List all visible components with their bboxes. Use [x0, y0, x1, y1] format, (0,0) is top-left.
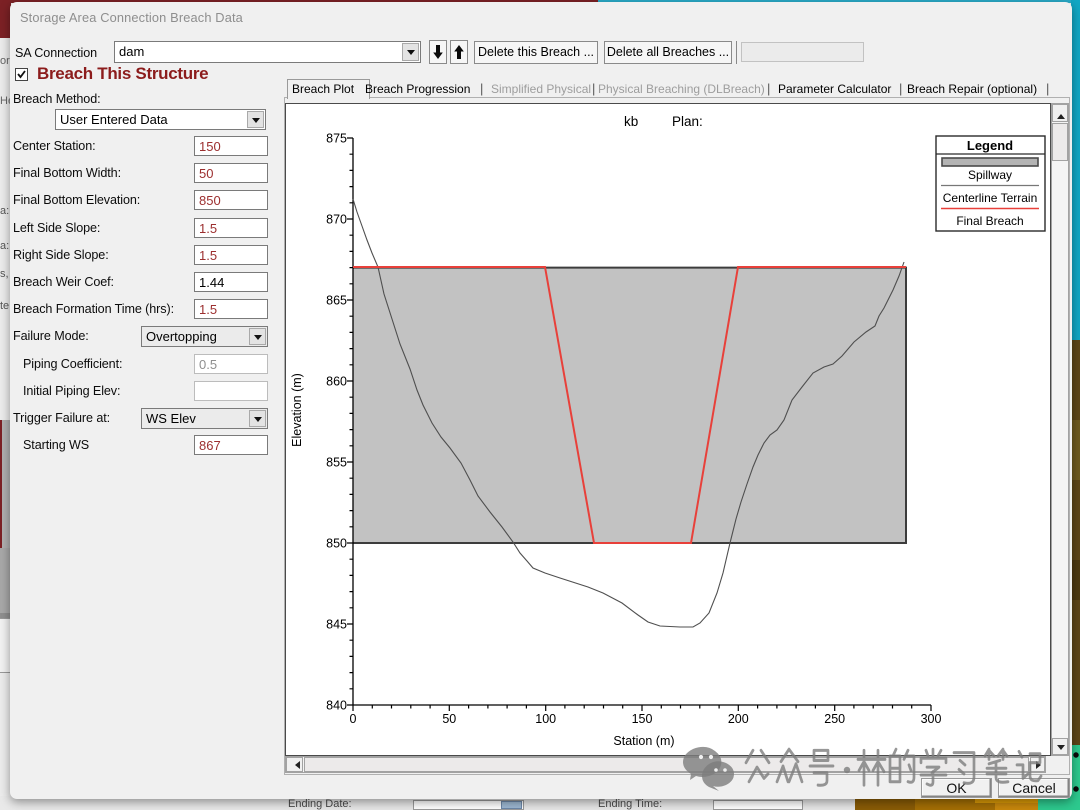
svg-text:100: 100: [535, 712, 556, 726]
svg-text:850: 850: [326, 537, 347, 551]
svg-text:840: 840: [326, 699, 347, 713]
svg-text:kb: kb: [624, 114, 638, 129]
svg-text:Centerline Terrain: Centerline Terrain: [943, 191, 1038, 205]
svg-text:Final Breach: Final Breach: [956, 214, 1023, 228]
svg-text:855: 855: [326, 456, 347, 470]
svg-text:860: 860: [326, 375, 347, 389]
svg-text:200: 200: [728, 712, 749, 726]
svg-text:150: 150: [632, 712, 653, 726]
svg-text:300: 300: [921, 712, 942, 726]
svg-text:870: 870: [326, 213, 347, 227]
svg-text:0: 0: [350, 712, 357, 726]
svg-text:Spillway: Spillway: [968, 168, 1012, 182]
svg-text:865: 865: [326, 294, 347, 308]
svg-text:50: 50: [442, 712, 456, 726]
svg-text:Legend: Legend: [967, 138, 1013, 153]
svg-text:250: 250: [824, 712, 845, 726]
svg-text:Elevation (m): Elevation (m): [290, 373, 304, 447]
svg-text:845: 845: [326, 618, 347, 632]
svg-text:Plan:: Plan:: [672, 114, 703, 129]
svg-text:Station (m): Station (m): [613, 734, 674, 748]
svg-text:875: 875: [326, 132, 347, 146]
